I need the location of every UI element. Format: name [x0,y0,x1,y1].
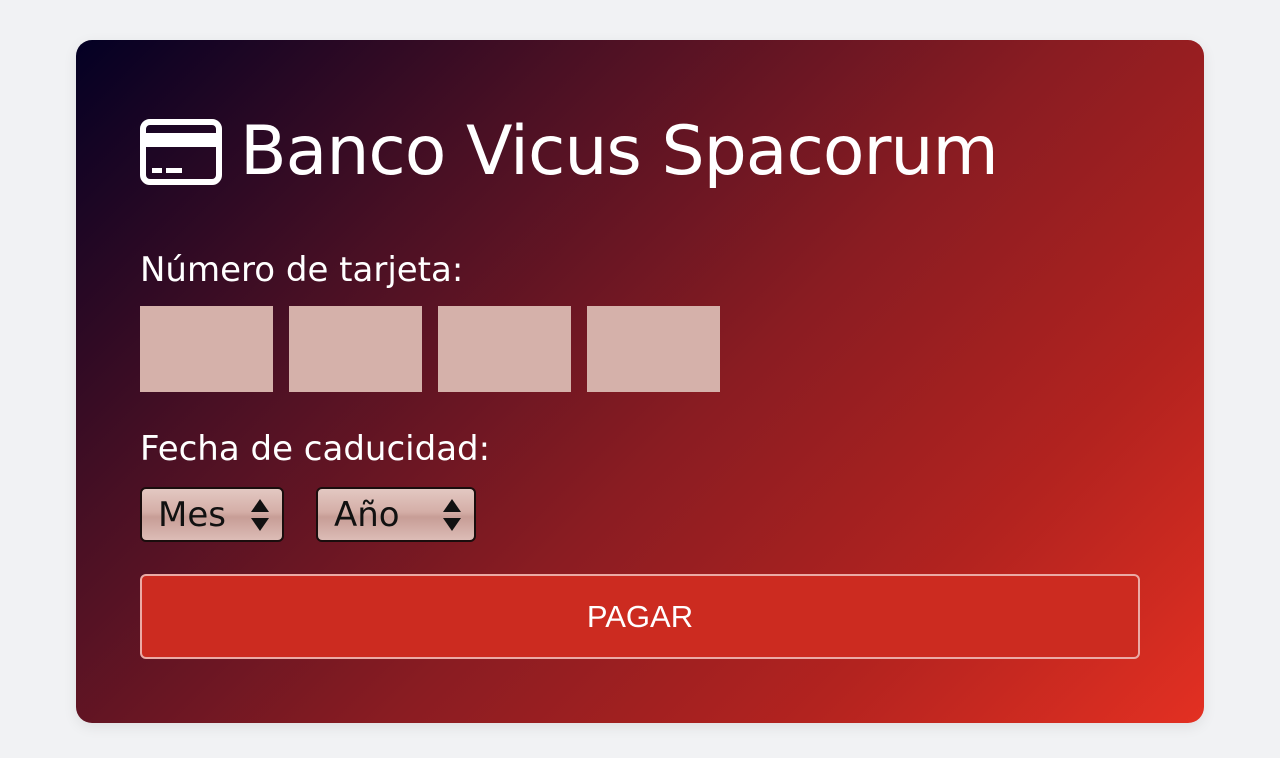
payment-card: Banco Vicus Spacorum Número de tarjeta: … [76,40,1204,723]
select-arrows-icon [442,498,462,532]
bank-title: Banco Vicus Spacorum [240,112,999,191]
month-select[interactable]: Mes [140,487,284,542]
year-select[interactable]: Año [316,487,476,542]
card-number-field-3[interactable] [438,306,571,392]
card-number-field-2[interactable] [289,306,422,392]
brand-header: Banco Vicus Spacorum [140,112,999,192]
month-select-value: Mes [158,494,226,535]
card-number-label: Número de tarjeta: [140,250,464,290]
card-number-field-1[interactable] [140,306,273,392]
select-arrows-icon [250,498,270,532]
credit-card-icon [140,119,222,185]
card-number-group [140,306,720,392]
year-select-value: Año [334,494,400,535]
expiry-group: Mes Año [140,487,476,542]
expiry-label: Fecha de caducidad: [140,429,491,469]
pay-button[interactable]: PAGAR [140,574,1140,659]
card-number-field-4[interactable] [587,306,720,392]
